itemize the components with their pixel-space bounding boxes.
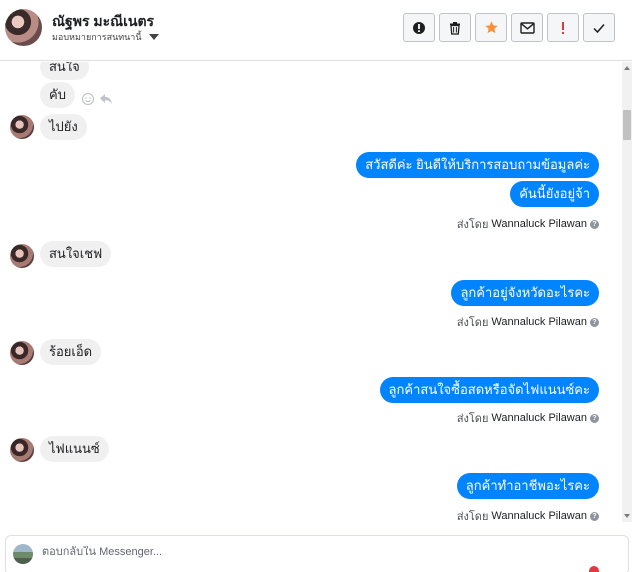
reply-input[interactable]	[42, 546, 582, 558]
status-indicator-icon	[589, 566, 599, 572]
sent-by-label: ส่งโดย Wannaluck Pilawan ?	[457, 507, 599, 522]
incoming-message: สนใจเชฟ	[40, 241, 112, 267]
incoming-message: ร้อยเอ็ด	[40, 339, 102, 365]
alert-icon	[413, 21, 425, 34]
thread-scrollbar[interactable]	[622, 62, 632, 522]
assign-conversation-dropdown[interactable]: มอบหมายการสนทนานี้	[52, 30, 159, 44]
help-icon[interactable]: ?	[590, 219, 599, 229]
contact-avatar[interactable]	[5, 9, 42, 46]
sent-by-prefix: ส่งโดย	[456, 317, 489, 329]
follow-up-button[interactable]	[547, 13, 579, 42]
incoming-message: ไปยัง	[40, 114, 87, 140]
sent-by-prefix: ส่งโดย	[456, 511, 489, 522]
delete-button[interactable]	[439, 13, 471, 42]
outgoing-message: สวัสดีค่ะ ยินดีให้บริการสอบถามข้อมูลค่ะ	[356, 152, 599, 178]
outgoing-message: คันนี้ยังอยู่จ้า	[510, 181, 599, 207]
contact-avatar-small	[10, 438, 34, 462]
scrollbar-thumb[interactable]	[623, 110, 631, 140]
sent-by-name: Wannaluck Pilawan	[491, 218, 587, 230]
sent-by-prefix: ส่งโดย	[456, 413, 489, 425]
contact-avatar-small	[10, 115, 34, 139]
scroll-down-arrow-icon[interactable]	[624, 514, 630, 518]
message-actions	[81, 92, 113, 106]
reply-composer	[5, 535, 629, 572]
star-button[interactable]	[475, 13, 507, 42]
sent-by-prefix: ส่งโดย	[456, 219, 489, 231]
sent-by-name: Wannaluck Pilawan	[491, 412, 587, 424]
reply-arrow-icon[interactable]	[99, 93, 113, 105]
help-icon[interactable]: ?	[590, 413, 599, 423]
assign-conversation-label: มอบหมายการสนทนานี้	[52, 32, 142, 42]
help-icon[interactable]: ?	[590, 511, 599, 521]
sent-by-label: ส่งโดย Wannaluck Pilawan ?	[457, 409, 599, 427]
caret-down-icon	[148, 34, 159, 40]
sent-by-label: ส่งโดย Wannaluck Pilawan ?	[457, 313, 599, 331]
checkmark-icon	[593, 23, 605, 33]
sent-by-name: Wannaluck Pilawan	[491, 510, 587, 522]
star-icon	[484, 21, 498, 34]
outgoing-message: ลูกค้าอยู่จังหวัดอะไรคะ	[451, 280, 599, 306]
outgoing-message: ลูกค้าทำอาชีพอะไรคะ	[456, 473, 599, 499]
mark-unread-button[interactable]	[511, 13, 543, 42]
conversation-toolbar	[403, 13, 615, 42]
incoming-message: คับ	[40, 82, 75, 108]
sent-by-name: Wannaluck Pilawan	[491, 316, 587, 328]
page-avatar	[13, 544, 33, 564]
trash-icon	[450, 21, 460, 35]
outgoing-message: ลูกค้าสนใจซื้อสดหรือจัดไฟแนนซ์คะ	[379, 377, 599, 403]
scroll-up-arrow-icon[interactable]	[624, 66, 630, 70]
help-icon[interactable]: ?	[590, 317, 599, 327]
emoji-react-icon[interactable]	[81, 92, 95, 106]
envelope-icon	[519, 21, 535, 34]
mark-spam-button[interactable]	[403, 13, 435, 42]
sent-by-label: ส่งโดย Wannaluck Pilawan ?	[457, 215, 599, 233]
conversation-header: ณัฐพร มะณีเนตร มอบหมายการสนทนานี้	[0, 0, 632, 61]
contact-avatar-small	[10, 244, 34, 268]
incoming-message: ไฟแนนซ์	[40, 436, 109, 462]
contact-avatar-small	[10, 341, 34, 365]
mark-done-button[interactable]	[583, 13, 615, 42]
exclamation-icon	[562, 21, 564, 34]
incoming-message: สนใจ	[40, 62, 89, 80]
message-thread[interactable]: สนใจ คับ ไปยัง สวัสดีค่ะ ยินดีให้บริการส…	[0, 62, 622, 522]
